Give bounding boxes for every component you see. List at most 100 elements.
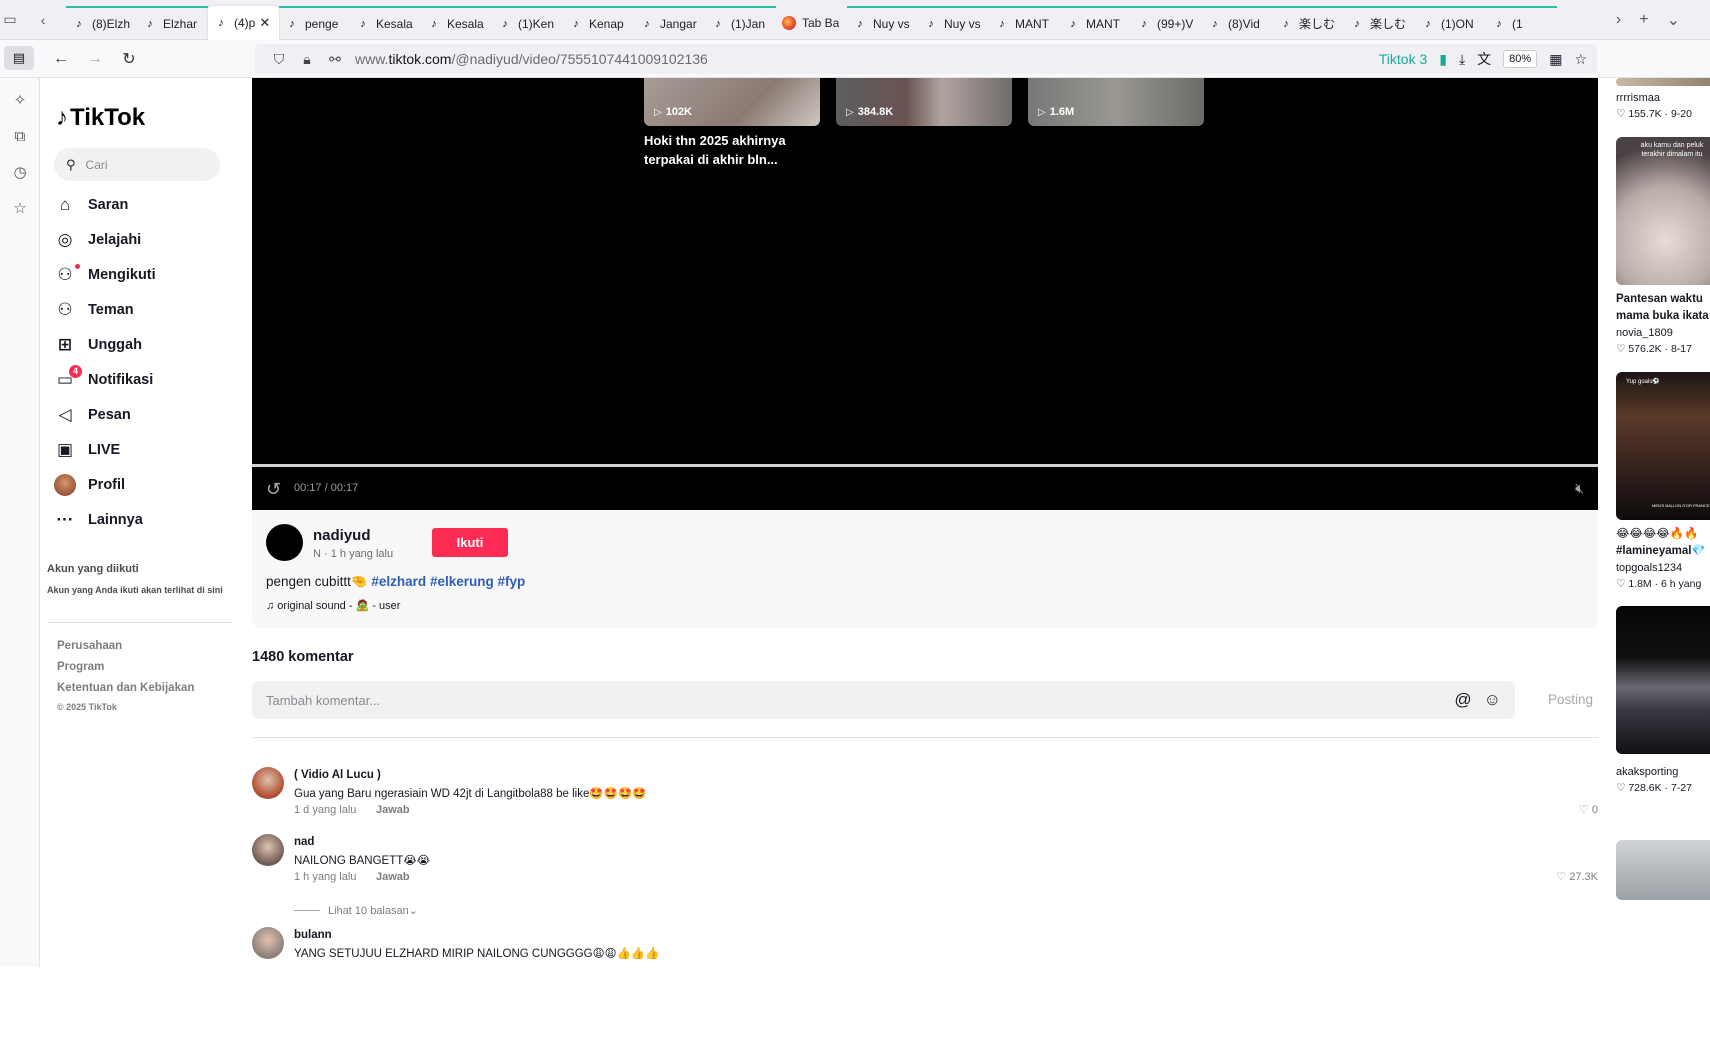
browser-tab[interactable]: ♪ (99+)V (1131, 5, 1202, 40)
browser-tab[interactable]: ♪ Kesala (421, 5, 492, 40)
commenter-avatar[interactable] (252, 834, 284, 866)
translate-icon[interactable]: 文 (1477, 49, 1491, 69)
browser-tab[interactable]: ♪ (1 (1486, 5, 1557, 40)
recommended-video[interactable]: akaksporting ♡ 728.6K · 7-27 (1616, 606, 1710, 796)
video-thumbnail[interactable] (1616, 840, 1710, 900)
footer-link[interactable]: Program (57, 657, 194, 678)
browser-tab[interactable]: ♪ (8)Vid (1202, 5, 1273, 40)
author-avatar[interactable] (266, 524, 303, 561)
nav-item-notifikasi[interactable]: ▭ 4 Notifikasi (54, 362, 234, 397)
history-icon[interactable]: ◷ (0, 154, 40, 190)
recommended-video[interactable] (1616, 840, 1710, 900)
video-thumbnail[interactable] (1616, 606, 1710, 754)
browser-tab[interactable]: ♪ Kesala (350, 5, 421, 40)
footer-link[interactable]: Ketentuan dan Kebijakan (57, 678, 194, 699)
view-replies-button[interactable]: Lihat 10 balasan ⌄ (294, 904, 418, 917)
rec-title[interactable]: 😂😂😂😂🔥🔥 (1616, 526, 1710, 543)
suggested-video-thumbnail[interactable]: ▷ 384.8K (836, 78, 1012, 126)
replay-icon[interactable]: ↺ (266, 479, 281, 500)
follow-button[interactable]: Ikuti (432, 528, 508, 557)
url-bar[interactable]: ⛉ 🔒︎ ⚯ www.tiktok.com/@nadiyud/video/755… (255, 44, 1597, 74)
bookmark-star-icon[interactable]: ☆ (1574, 51, 1587, 68)
commenter-name[interactable]: nad (294, 836, 314, 848)
nav-item-profil[interactable]: Profil (54, 467, 234, 502)
extension-label[interactable]: Tiktok 3 (1379, 51, 1428, 67)
search-input[interactable]: ⚲ Cari (54, 148, 220, 181)
ai-chat-icon[interactable]: ✧ (0, 82, 40, 118)
new-tab-icon[interactable]: + (1639, 11, 1648, 29)
nav-item-jelajahi[interactable]: ◎ Jelajahi (54, 222, 234, 257)
comment-like-button[interactable]: ♡ 0 (1579, 803, 1598, 817)
browser-tab[interactable]: ♪ (1)Jan (705, 5, 776, 40)
browser-tab[interactable]: ♪ (1)ON (1415, 5, 1486, 40)
download-icon[interactable]: ⤓ (1459, 51, 1465, 68)
permissions-icon[interactable]: ⚯ (321, 51, 349, 68)
nav-item-mengikuti[interactable]: ⚇ Mengikuti (54, 257, 234, 292)
footer-link[interactable]: Perusahaan (57, 636, 194, 657)
author-name[interactable]: nadiyud (313, 527, 371, 544)
browser-tab[interactable]: ♪ Nuy vs (847, 5, 918, 40)
browser-tab[interactable]: ♪ MANT (989, 5, 1060, 40)
recommended-video[interactable]: Yup goals⚽ MEN'S BALLON D'OR FRANCE 😂😂😂😂… (1616, 372, 1710, 592)
commenter-name[interactable]: ( Vidio Al Lucu ) (294, 769, 381, 781)
suggested-video-title[interactable]: Hoki thn 2025 akhirnya terpakai di akhir… (644, 131, 824, 169)
tab-scroll-right-icon[interactable]: › (1616, 11, 1621, 29)
nav-item-teman[interactable]: ⚇ Teman (54, 292, 234, 327)
comment-like-button[interactable]: ♡ 27.3K (1556, 870, 1598, 884)
browser-tab[interactable]: ♪ MANT (1060, 5, 1131, 40)
commenter-avatar[interactable] (252, 767, 284, 799)
suggested-video-thumbnail[interactable]: ▷ 1.6M (1028, 78, 1204, 126)
browser-tab[interactable]: ♪ (8)Elzh (66, 5, 137, 40)
browser-tab[interactable]: ♪ Jangar (634, 5, 705, 40)
nav-item-live[interactable]: ▣ LIVE (54, 432, 234, 467)
close-tab-icon[interactable]: ✕ (259, 15, 270, 31)
zoom-level[interactable]: 80% (1503, 50, 1538, 68)
music-link[interactable]: ♫ original sound - 🧟 - user (266, 599, 400, 612)
post-comment-button[interactable]: Posting (1548, 692, 1593, 707)
browser-tab[interactable]: ♪ Kenap (563, 5, 634, 40)
nav-item-unggah[interactable]: ⊞ Unggah (54, 327, 234, 362)
shield-icon[interactable]: ⛉ (265, 51, 293, 68)
tab-overview-icon[interactable]: ▭ (0, 0, 20, 40)
browser-tab[interactable]: ♪ 楽しむ (1273, 5, 1344, 40)
video-thumbnail[interactable] (1616, 78, 1710, 86)
forward-icon[interactable]: → (78, 44, 112, 74)
browser-tab[interactable]: ♪ (4)p ✕ (208, 5, 279, 40)
video-thumbnail[interactable]: Yup goals⚽ MEN'S BALLON D'OR FRANCE (1616, 372, 1710, 520)
rec-title[interactable]: mama buka ikata (1616, 308, 1710, 325)
nav-item-lainnya[interactable]: ··· Lainnya (54, 502, 234, 537)
bookmarks-icon[interactable]: ☆ (0, 190, 40, 226)
back-icon[interactable]: ← (44, 44, 78, 74)
extension-icon[interactable]: ▮ (1439, 51, 1447, 68)
nav-item-saran[interactable]: ⌂ Saran (54, 187, 234, 222)
reply-button[interactable]: Jawab (376, 871, 410, 883)
browser-tab[interactable]: ♪ Elzhar (137, 5, 208, 40)
muted-volume-icon[interactable]: 🔇︎ (1575, 480, 1584, 497)
browser-tab[interactable]: ♪ Nuy vs (918, 5, 989, 40)
rec-user[interactable]: novia_1809 (1616, 325, 1710, 341)
reload-icon[interactable]: ↻ (112, 44, 146, 74)
suggested-video-thumbnail[interactable]: ▷ 102K (644, 78, 820, 126)
rec-title[interactable]: #lamineyamal💎 (1616, 543, 1710, 560)
hashtag-link[interactable]: #fyp (498, 574, 526, 589)
url-text[interactable]: www.tiktok.com/@nadiyud/video/7555107441… (355, 51, 708, 67)
tab-scroll-left-icon[interactable]: ‹ (20, 0, 66, 40)
mention-icon[interactable]: @ (1454, 690, 1471, 710)
hashtag-link[interactable]: #elkerung (430, 574, 494, 589)
video-progress-bar[interactable] (252, 464, 1598, 467)
reply-button[interactable]: Jawab (376, 804, 410, 816)
apps-icon[interactable]: ▦ (1549, 51, 1562, 68)
rec-title[interactable]: Pantesan waktu (1616, 291, 1710, 308)
tab-list-chevron-icon[interactable]: ⌄ (1667, 10, 1680, 30)
video-thumbnail[interactable]: aku kamu dan peluk terakhir dimalam itu (1616, 137, 1710, 285)
browser-tab[interactable]: ♪ (1)Ken (492, 5, 563, 40)
nav-item-pesan[interactable]: ◁ Pesan (54, 397, 234, 432)
recommended-video[interactable]: aku kamu dan peluk terakhir dimalam itu … (1616, 137, 1710, 357)
lock-icon[interactable]: 🔒︎ (293, 51, 321, 68)
synced-tabs-icon[interactable]: ⧉ (0, 118, 40, 154)
comment-input[interactable]: Tambah komentar... @ ☺ (252, 681, 1515, 719)
rec-user[interactable]: topgoals1234 (1616, 560, 1710, 576)
rec-user[interactable]: akaksporting (1616, 764, 1710, 780)
recommended-video[interactable]: rrrrismaa ♡ 155.7K · 9-20 (1616, 78, 1710, 122)
emoji-icon[interactable]: ☺ (1484, 690, 1501, 710)
